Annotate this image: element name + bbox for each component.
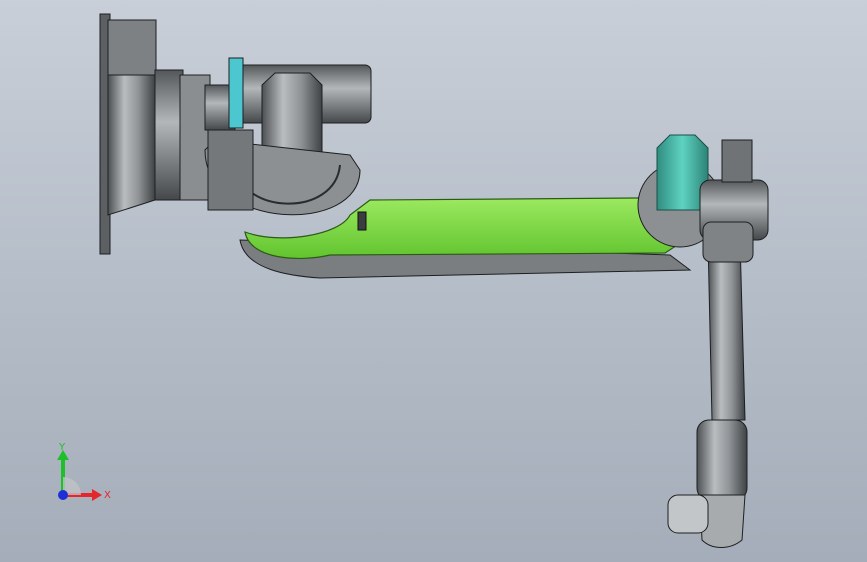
base-cone xyxy=(107,59,156,216)
forearm-tube xyxy=(707,239,746,421)
x-axis-arrow xyxy=(92,489,102,501)
end-effector xyxy=(667,494,709,534)
cad-viewport[interactable] xyxy=(0,0,867,562)
z-axis-dot xyxy=(58,490,68,500)
link-pin xyxy=(357,211,367,231)
x-axis-label: X xyxy=(104,490,111,501)
cyan-bracket xyxy=(228,57,244,129)
y-axis-label: Y xyxy=(58,442,66,453)
forearm-ribs xyxy=(702,221,754,263)
base-housing xyxy=(107,19,157,76)
top-connector xyxy=(721,139,753,183)
base-collar-1 xyxy=(154,69,184,201)
wrist-housing xyxy=(696,419,748,501)
forearm[interactable] xyxy=(667,221,754,548)
coordinate-triad: X Y xyxy=(57,442,111,501)
housing-block xyxy=(207,129,254,211)
